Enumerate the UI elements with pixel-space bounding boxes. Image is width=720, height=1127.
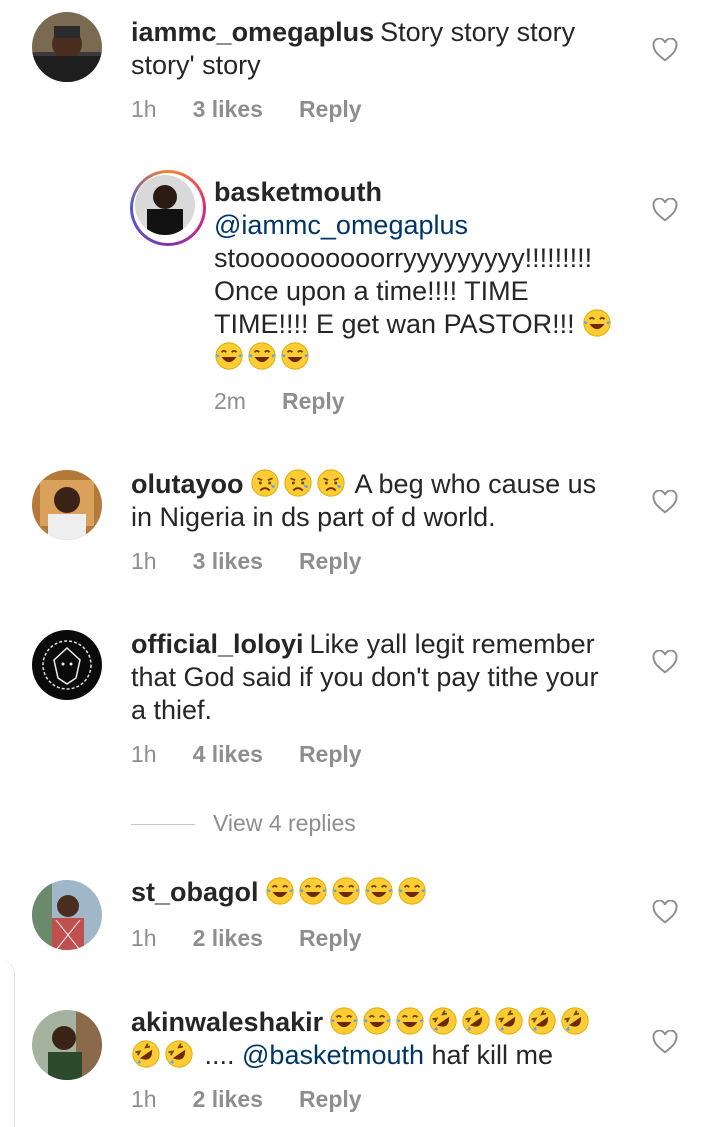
avatar[interactable] (32, 630, 102, 700)
face-with-tears-of-joy-icon (214, 341, 244, 371)
rolling-on-floor-laughing-icon (461, 1006, 491, 1036)
likes-count[interactable]: 3 likes (193, 548, 263, 574)
avatar[interactable] (135, 175, 195, 235)
likes-count[interactable]: 3 likes (193, 96, 263, 122)
comment-time: 1h (131, 548, 157, 574)
comment-meta: 1h 2 likes Reply (131, 925, 398, 952)
comment-username[interactable]: basketmouth (214, 177, 382, 207)
heart-outline-icon[interactable] (652, 650, 678, 674)
face-with-tears-of-joy-icon (247, 341, 277, 371)
comment-username[interactable]: olutayoo (131, 469, 244, 499)
face-with-tears-of-joy-icon (395, 1006, 425, 1036)
rolling-on-floor-laughing-icon (494, 1006, 524, 1036)
comment-text: olutayoo A beg who cause us in Nigeria i… (131, 468, 597, 532)
comment-time: 1h (131, 96, 157, 122)
view-replies-button[interactable]: View 4 replies (131, 810, 356, 837)
replies-divider (131, 824, 195, 826)
rolling-on-floor-laughing-icon (164, 1039, 194, 1069)
comment-username[interactable]: official_loloyi (131, 629, 304, 659)
comment-time: 1h (131, 741, 157, 767)
story-ring[interactable] (130, 170, 206, 246)
face-with-tears-of-joy-icon (265, 876, 295, 906)
comment-text: akinwaleshakir .... @basketmouth haf kil… (131, 1006, 593, 1072)
reply-button[interactable]: Reply (299, 96, 362, 122)
comment-meta: 2m Reply (214, 388, 381, 415)
face-with-tears-of-joy-icon (298, 876, 328, 906)
face-with-tears-of-joy-icon (331, 876, 361, 906)
screen-edge (0, 960, 15, 1127)
comment-meta: 1h 4 likes Reply (131, 741, 398, 768)
reply-button[interactable]: Reply (299, 1086, 362, 1112)
heart-outline-icon[interactable] (652, 198, 678, 222)
comment-time: 1h (131, 925, 157, 951)
heart-outline-icon[interactable] (652, 38, 678, 62)
rolling-on-floor-laughing-icon (560, 1006, 590, 1036)
comment-meta: 1h 3 likes Reply (131, 548, 398, 575)
mention-link[interactable]: @basketmouth (242, 1040, 424, 1070)
reply-button[interactable]: Reply (299, 548, 362, 574)
face-with-tears-of-joy-icon (329, 1006, 359, 1036)
avatar[interactable] (32, 470, 102, 540)
mention-link[interactable]: @iammc_omegaplus (214, 210, 468, 240)
avatar[interactable] (32, 12, 102, 82)
face-with-tears-of-joy-icon (582, 308, 612, 338)
comment-time: 2m (214, 388, 246, 414)
reply-button[interactable]: Reply (299, 741, 362, 767)
rolling-on-floor-laughing-icon (527, 1006, 557, 1036)
likes-count[interactable]: 4 likes (193, 741, 263, 767)
avatar[interactable] (32, 1010, 102, 1080)
comment-text: st_obagol (131, 876, 430, 909)
heart-outline-icon[interactable] (652, 1030, 678, 1054)
likes-count[interactable]: 2 likes (193, 1086, 263, 1112)
comment-text: iammc_omegaplus Story story story story' … (131, 17, 576, 80)
comment-meta: 1h 3 likes Reply (131, 96, 398, 123)
comment-username[interactable]: iammc_omegaplus (131, 17, 374, 47)
rolling-on-floor-laughing-icon (131, 1039, 161, 1069)
crying-face-icon (250, 468, 280, 498)
likes-count[interactable]: 2 likes (193, 925, 263, 951)
avatar[interactable] (32, 880, 102, 950)
comment-username[interactable]: akinwaleshakir (131, 1007, 323, 1037)
heart-outline-icon[interactable] (652, 900, 678, 924)
face-with-tears-of-joy-icon (397, 876, 427, 906)
comment-time: 1h (131, 1086, 157, 1112)
comment-username[interactable]: st_obagol (131, 877, 259, 907)
crying-face-icon (283, 468, 313, 498)
crying-face-icon (316, 468, 346, 498)
reply-button[interactable]: Reply (299, 925, 362, 951)
face-with-tears-of-joy-icon (280, 341, 310, 371)
face-with-tears-of-joy-icon (364, 876, 394, 906)
face-with-tears-of-joy-icon (362, 1006, 392, 1036)
rolling-on-floor-laughing-icon (428, 1006, 458, 1036)
comment-text: basketmouth @iammc_omegaplus stooooooooo… (214, 176, 615, 374)
heart-outline-icon[interactable] (652, 490, 678, 514)
comment-meta: 1h 2 likes Reply (131, 1086, 398, 1113)
comment-text: official_loloyi Like yall legit remember … (131, 629, 599, 725)
reply-button[interactable]: Reply (282, 388, 345, 414)
